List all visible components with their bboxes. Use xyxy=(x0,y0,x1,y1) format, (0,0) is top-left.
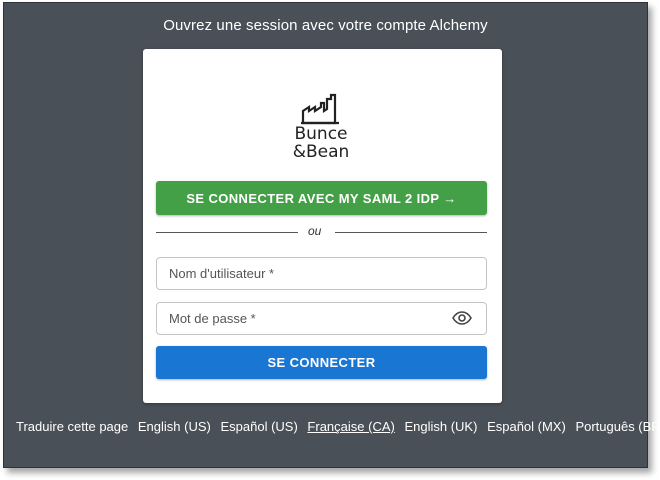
divider-line-left xyxy=(156,232,298,233)
translate-label: Traduire cette page xyxy=(16,419,129,434)
factory-icon xyxy=(301,93,339,125)
show-password-icon[interactable] xyxy=(452,311,472,325)
lang-english-uk[interactable]: English (UK) xyxy=(404,419,477,434)
login-card: Bunce &Bean SE CONNECTER AVEC MY SAML 2 … xyxy=(143,49,502,403)
logo-text-line1: Bunce xyxy=(294,124,348,144)
username-field[interactable]: Nom d'utilisateur * xyxy=(156,257,487,290)
login-button[interactable]: SE CONNECTER xyxy=(156,346,487,379)
lang-francaise-ca[interactable]: Française (CA) xyxy=(307,419,394,434)
password-placeholder: Mot de passe * xyxy=(169,311,256,326)
language-bar: Traduire cette page English (US) Español… xyxy=(16,419,660,434)
lang-english-us[interactable]: English (US) xyxy=(138,419,211,434)
login-page: Ouvrez une session avec votre compte Alc… xyxy=(3,2,660,468)
brand-logo: Bunce &Bean xyxy=(289,93,353,163)
logo-text-line2: &Bean xyxy=(292,142,350,162)
password-field[interactable]: Mot de passe * xyxy=(156,302,487,335)
sso-login-button[interactable]: SE CONNECTER AVEC MY SAML 2 IDP → xyxy=(156,181,487,215)
page-title: Ouvrez une session avec votre compte Alc… xyxy=(163,17,488,34)
divider-line-right xyxy=(335,232,487,233)
lang-portugues-br[interactable]: Português (BR) xyxy=(575,419,660,434)
username-placeholder: Nom d'utilisateur * xyxy=(169,266,275,281)
lang-espanol-us[interactable]: Español (US) xyxy=(220,419,297,434)
lang-espanol-mx[interactable]: Español (MX) xyxy=(487,419,566,434)
divider-text: ou xyxy=(308,224,322,238)
or-divider: ou xyxy=(156,224,487,240)
